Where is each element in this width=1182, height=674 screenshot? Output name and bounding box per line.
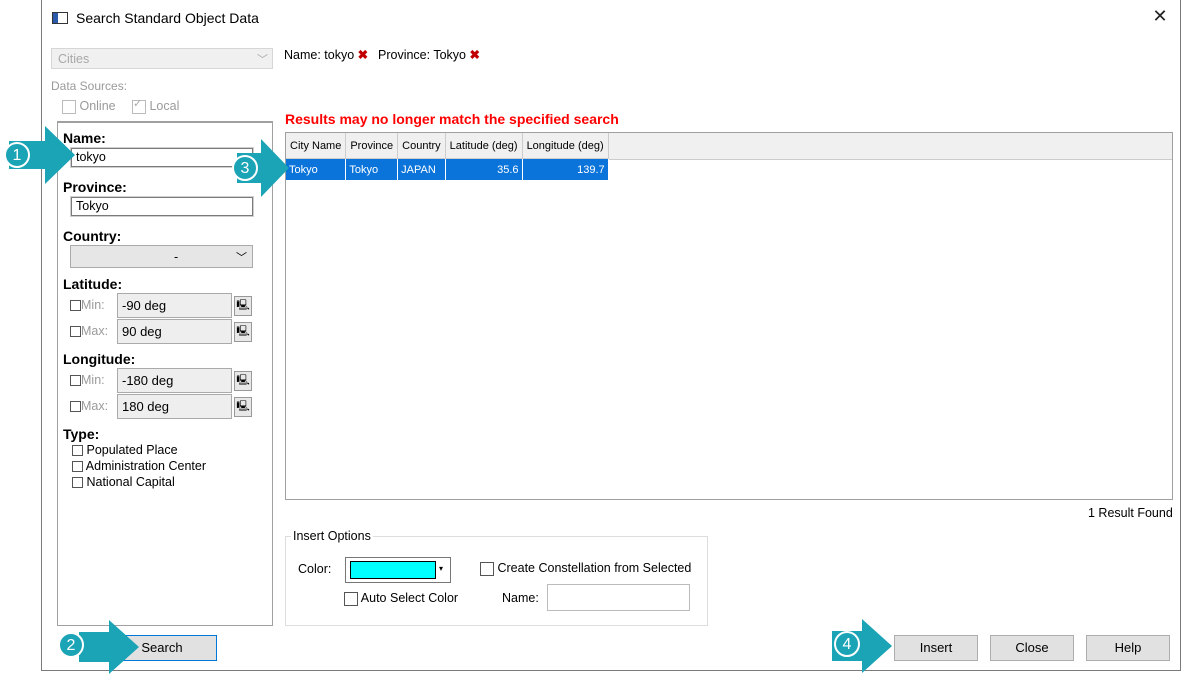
results-header-row: City Name Province Country Latitude (deg… xyxy=(286,133,609,159)
lon-max-checkbox[interactable] xyxy=(70,401,81,413)
table-cell: 139.7 xyxy=(522,158,609,180)
chevron-down-icon: ﹀ xyxy=(236,252,247,264)
column-header[interactable]: City Name xyxy=(286,133,347,159)
results-table: City Name Province Country Latitude (deg… xyxy=(286,133,609,180)
type-option-label: Populated Place xyxy=(86,443,178,457)
filter-chip-province: Province: Tokyo ✖ xyxy=(378,47,480,62)
lon-max-label: Max: xyxy=(81,399,109,413)
auto-select-color-label: Auto Select Color xyxy=(360,591,459,605)
column-header[interactable]: Country xyxy=(397,133,446,159)
chevron-down-icon: ﹀ xyxy=(257,54,268,66)
lat-max-checkbox[interactable] xyxy=(70,326,81,338)
create-constellation-option[interactable]: Create Constellation from Selected xyxy=(480,561,691,576)
lon-min-checkbox[interactable] xyxy=(70,375,81,387)
longitude-label: Longitude: xyxy=(63,351,136,367)
latitude-label: Latitude: xyxy=(63,276,123,292)
close-icon[interactable]: ✕ xyxy=(1150,6,1170,26)
lat-max-label: Max: xyxy=(81,324,109,338)
callout-arrow-icon xyxy=(79,620,139,674)
object-type-value: Cities xyxy=(58,52,90,66)
table-cell: Tokyo xyxy=(286,158,347,180)
lon-min-label: Min: xyxy=(81,373,105,387)
auto-select-color-checkbox[interactable] xyxy=(344,591,358,606)
local-label: Local xyxy=(149,99,180,113)
lat-min-option: Min: xyxy=(70,298,105,312)
country-value: - xyxy=(174,250,179,264)
lat-min-input[interactable]: -90 deg xyxy=(117,293,232,318)
online-label: Online xyxy=(79,99,116,113)
lat-min-unit-button[interactable]: 🖳 xyxy=(234,296,252,316)
color-picker[interactable]: ▾ xyxy=(345,557,451,583)
stale-results-warning: Results may no longer match the specifie… xyxy=(285,111,619,127)
table-cell: JAPAN xyxy=(397,158,446,180)
filter-chip-name-label: Name: tokyo xyxy=(284,48,355,62)
lon-max-input[interactable]: 180 deg xyxy=(117,394,232,419)
type-checkbox[interactable] xyxy=(72,477,83,489)
lat-min-label: Min: xyxy=(81,298,105,312)
help-button[interactable]: Help xyxy=(1086,635,1170,661)
filter-chip-province-label: Province: Tokyo xyxy=(378,48,467,62)
callout-badge-2: 2 xyxy=(58,632,84,658)
remove-filter-icon[interactable]: ✖ xyxy=(358,48,368,62)
lon-min-unit-button[interactable]: 🖳 xyxy=(234,371,252,391)
color-label: Color: xyxy=(298,562,332,576)
online-checkbox xyxy=(62,99,76,114)
column-header[interactable]: Latitude (deg) xyxy=(445,133,523,159)
window-title: Search Standard Object Data xyxy=(76,10,259,26)
lon-max-option: Max: xyxy=(70,399,108,413)
column-header[interactable]: Longitude (deg) xyxy=(522,133,609,159)
auto-select-color-option[interactable]: Auto Select Color xyxy=(344,591,458,606)
type-checkbox[interactable] xyxy=(72,461,83,473)
insert-button[interactable]: Insert xyxy=(894,635,978,661)
type-option-label: Administration Center xyxy=(85,459,206,473)
table-cell: Tokyo xyxy=(345,158,399,180)
online-option: Online xyxy=(62,99,116,114)
dropdown-arrow-icon: ▾ xyxy=(439,564,444,573)
lon-min-input[interactable]: -180 deg xyxy=(117,368,232,393)
callout-badge-4: 4 xyxy=(834,631,860,657)
local-option: Local xyxy=(132,97,180,114)
lon-max-unit-button[interactable]: 🖳 xyxy=(234,397,252,417)
lat-max-option: Max: xyxy=(70,324,108,338)
remove-filter-icon[interactable]: ✖ xyxy=(470,48,480,62)
type-national-capital[interactable]: National Capital xyxy=(72,475,175,489)
lat-min-checkbox[interactable] xyxy=(70,300,81,312)
type-label: Type: xyxy=(63,426,100,442)
local-checkbox xyxy=(132,97,146,114)
create-constellation-checkbox[interactable] xyxy=(480,561,494,576)
type-option-label: National Capital xyxy=(86,475,175,489)
lon-min-option: Min: xyxy=(70,373,105,387)
lat-max-input[interactable]: 90 deg xyxy=(117,319,232,344)
callout-badge-3: 3 xyxy=(232,155,258,181)
result-count: 1 Result Found xyxy=(1088,506,1173,520)
type-checkbox[interactable] xyxy=(72,445,83,457)
type-populated-place[interactable]: Populated Place xyxy=(72,443,178,457)
insert-options-legend: Insert Options xyxy=(291,529,373,543)
province-input[interactable]: Tokyo xyxy=(70,196,254,217)
country-label: Country: xyxy=(63,228,122,244)
filter-chip-name: Name: tokyo ✖ xyxy=(284,47,368,62)
table-row[interactable]: Tokyo Tokyo JAPAN 35.6 139.7 xyxy=(286,158,609,180)
constellation-name-label: Name: xyxy=(502,591,539,605)
object-type-select[interactable]: Cities ﹀ xyxy=(51,48,273,69)
name-input[interactable]: tokyo xyxy=(70,147,254,168)
country-select[interactable]: - ﹀ xyxy=(70,245,253,268)
type-administration-center[interactable]: Administration Center xyxy=(72,459,206,473)
lat-max-unit-button[interactable]: 🖳 xyxy=(234,322,252,342)
callout-badge-1: 1 xyxy=(4,142,30,168)
create-constellation-label: Create Constellation from Selected xyxy=(497,561,692,575)
column-header[interactable]: Province xyxy=(345,133,399,159)
constellation-name-input[interactable] xyxy=(547,584,690,611)
results-grid[interactable]: City Name Province Country Latitude (deg… xyxy=(285,132,1173,500)
table-cell: 35.6 xyxy=(445,158,523,180)
color-swatch xyxy=(350,561,436,579)
close-button[interactable]: Close xyxy=(990,635,1074,661)
data-sources-label: Data Sources: xyxy=(51,79,128,93)
window-icon xyxy=(52,12,68,24)
